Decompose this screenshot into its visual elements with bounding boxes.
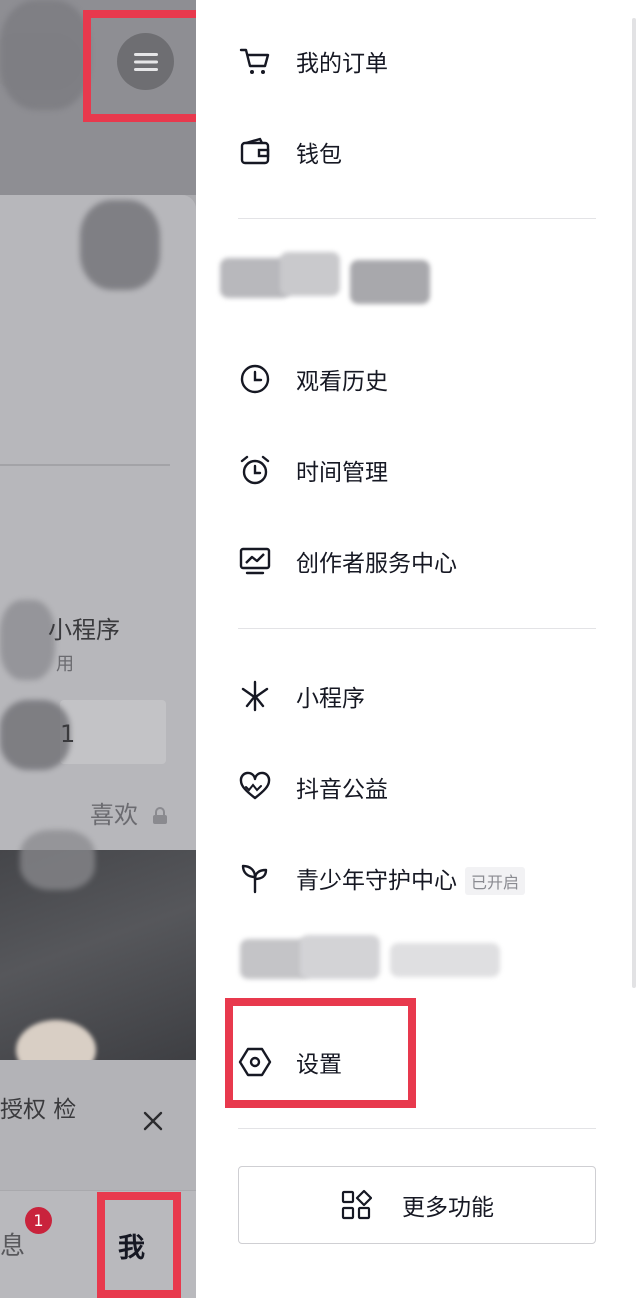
blur-block (390, 943, 500, 977)
drawer-item-label: 抖音公益 (296, 777, 388, 803)
grid-shapes-icon (341, 1189, 372, 1220)
highlight-menu-button (83, 10, 213, 122)
redacted-item[interactable] (220, 925, 510, 985)
drawer-item-time-management[interactable]: 时间管理 (196, 440, 616, 500)
cart-icon (238, 44, 272, 78)
highlight-me-tab (97, 1192, 181, 1298)
alarm-clock-icon (238, 453, 272, 487)
redacted-item[interactable] (220, 248, 440, 308)
scrollbar[interactable] (632, 18, 636, 988)
notification-bar (0, 1060, 196, 1190)
profile-page-background: 小程序 用 1 喜欢 授权 检 息 1 我 (0, 0, 196, 1298)
blur-block (300, 935, 380, 979)
likes-tab[interactable]: 喜欢 (90, 795, 168, 830)
sprout-icon (238, 861, 272, 895)
mini-program-icon (238, 679, 272, 713)
drawer-item-label: 创作者服务中心 (296, 551, 457, 577)
highlight-settings (225, 998, 416, 1108)
drawer-item-label: 时间管理 (296, 460, 388, 486)
drawer-item-label: 钱包 (296, 142, 342, 168)
recommend-label: 授权 检 (0, 1097, 77, 1123)
blurred-content (80, 200, 160, 290)
drawer-item-mini-program[interactable]: 小程序 (196, 666, 616, 726)
divider (238, 628, 596, 629)
drawer-item-charity[interactable]: 抖音公益 (196, 757, 616, 817)
close-icon[interactable] (142, 1110, 164, 1132)
tab-messages[interactable]: 息 (0, 1226, 25, 1262)
drawer-item-wallet[interactable]: 钱包 (196, 122, 616, 182)
youth-protection-label: 青少年守护中心 (296, 867, 457, 894)
divider (238, 1128, 596, 1129)
message-badge: 1 (25, 1207, 52, 1234)
likes-tab-label: 喜欢 (90, 801, 138, 829)
drawer-item-orders[interactable]: 我的订单 (196, 31, 616, 91)
drawer-item-label: 观看历史 (296, 369, 388, 395)
blurred-content (0, 0, 90, 110)
use-label: 用 (56, 654, 74, 675)
clock-icon (238, 362, 272, 396)
drawer-item-youth-protection[interactable]: 青少年守护中心 已开启 (196, 848, 616, 908)
info-chip[interactable] (60, 700, 166, 764)
status-tag: 已开启 (465, 867, 526, 896)
number-label: 1 (60, 720, 76, 748)
blurred-content (20, 830, 95, 890)
drawer-item-label: 青少年守护中心 已开启 (296, 861, 526, 896)
divider (238, 218, 596, 219)
drawer-item-creator-center[interactable]: 创作者服务中心 (196, 531, 616, 591)
blur-block (280, 252, 340, 296)
drawer-item-label: 小程序 (296, 686, 365, 712)
lock-icon (152, 807, 167, 824)
blur-block (350, 260, 430, 304)
wallet-icon (238, 135, 272, 169)
monitor-chart-icon (238, 544, 272, 578)
blurred-avatar (0, 600, 55, 680)
drawer-item-label: 我的订单 (296, 51, 388, 77)
mini-program-label: 小程序 (48, 616, 120, 644)
more-features-label: 更多功能 (402, 1195, 494, 1221)
divider (0, 464, 170, 466)
heart-icon (238, 770, 272, 804)
drawer-item-history[interactable]: 观看历史 (196, 349, 616, 409)
more-features-button[interactable]: 更多功能 (238, 1166, 596, 1244)
